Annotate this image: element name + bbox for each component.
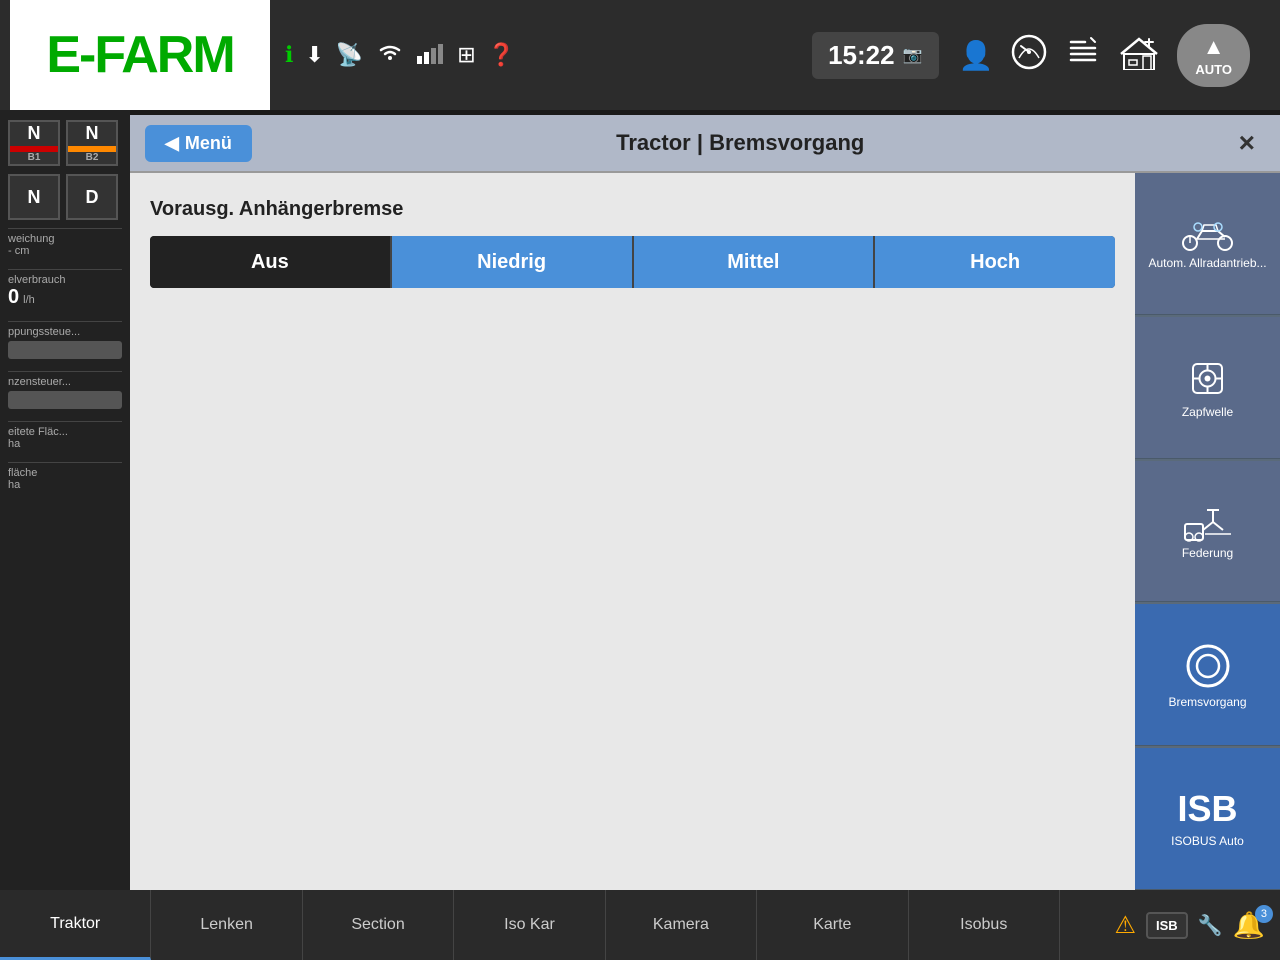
federung-icon: [1183, 502, 1233, 542]
gear-label-b2: B2: [86, 152, 99, 163]
gear-label-b1: B1: [28, 152, 41, 163]
tab-section[interactable]: Section: [303, 890, 454, 960]
section-title: Vorausg. Anhängerbremse: [150, 198, 1115, 221]
isb-status-box: ISB: [1146, 912, 1188, 939]
notification-count: 3: [1255, 905, 1273, 923]
gear-value-n2: N: [86, 123, 99, 144]
tab-traktor[interactable]: Traktor: [0, 890, 151, 960]
bottom-bar: Traktor Lenken Section Iso Kar Kamera Ka…: [0, 890, 1280, 960]
menu-label: Menü: [185, 133, 232, 154]
menu-button[interactable]: ◀ Menü: [145, 125, 252, 162]
tab-lenken[interactable]: Lenken: [151, 890, 302, 960]
allrad-label: Autom. Allradantrieb...: [1148, 256, 1266, 270]
sidebar-nzen-label: nzensteuer...: [8, 376, 122, 388]
brake-option-niedrig[interactable]: Niedrig: [392, 236, 634, 288]
sidebar-nzen-slider: [8, 391, 122, 409]
clock-display: 15:22: [828, 40, 895, 71]
bottom-right-icons: ⚠ ISB 🔧 🔔 3: [1060, 890, 1280, 960]
sidebar-area2: fläche ha: [8, 462, 122, 495]
info-icon: ℹ: [285, 42, 293, 68]
brake-options: Aus Niedrig Mittel Hoch: [150, 236, 1115, 288]
tab-karte[interactable]: Karte: [757, 890, 908, 960]
wifi-icon: [375, 40, 405, 70]
dialog-right-sidebar: Autom. Allradantrieb... Zapfwelle: [1135, 173, 1280, 890]
bremsvorgang-label: Bremsvorgang: [1168, 695, 1246, 709]
grid-icon: ⊞: [457, 42, 475, 68]
tab-isobus[interactable]: Isobus: [909, 890, 1060, 960]
bremsvorgang-icon: [1183, 641, 1233, 691]
logo-text: E-FARM: [46, 25, 233, 85]
sidebar-deviation: weichung - cm: [8, 228, 122, 261]
notification-bell[interactable]: 🔔 3: [1233, 910, 1265, 941]
sidebar-ppung-slider: [8, 341, 122, 359]
sidebar-consumption: elverbrauch 0 l/h: [8, 269, 122, 313]
sidebar-btn-isobus[interactable]: ISB ISOBUS Auto: [1135, 748, 1280, 890]
sidebar-consumption-unit: l/h: [23, 294, 35, 306]
sidebar-area1-label: eitete Fläc...: [8, 426, 122, 438]
sidebar-area1-sub: ha: [8, 438, 122, 450]
sidebar-area2-label: fläche: [8, 467, 122, 479]
list-icon[interactable]: [1065, 34, 1101, 77]
dialog-content: Vorausg. Anhängerbremse Aus Niedrig Mitt…: [130, 173, 1135, 890]
dialog-title: Tractor | Bremsvorgang: [616, 130, 864, 156]
isb-text: ISB: [1177, 788, 1237, 830]
brake-option-aus[interactable]: Aus: [150, 236, 392, 288]
gear-value-d: D: [86, 187, 99, 208]
brake-option-hoch[interactable]: Hoch: [875, 236, 1115, 288]
warning-icon: ⚠: [1114, 911, 1136, 940]
farm-icon[interactable]: [1119, 34, 1159, 77]
sidebar-area2-sub: ha: [8, 479, 122, 491]
main-dialog: ◀ Menü Tractor | Bremsvorgang × Vorausg.…: [130, 115, 1280, 890]
logo-area: E-FARM: [10, 0, 270, 110]
tool-icon: 🔧: [1198, 913, 1223, 938]
sidebar-ppung-label: ppungssteue...: [8, 326, 122, 338]
gear-box-n2: N B2: [66, 120, 118, 166]
tab-kamera[interactable]: Kamera: [606, 890, 757, 960]
sidebar-ppung: ppungssteue...: [8, 321, 122, 363]
gear-row-top: N B1 N B2: [8, 120, 122, 166]
signal-icon: [417, 40, 445, 70]
navigation-icon: ▲: [1203, 34, 1225, 60]
gear-box-n1: N B1: [8, 120, 60, 166]
sidebar-btn-federung[interactable]: Federung: [1135, 461, 1280, 603]
sidebar-consumption-label: elverbrauch: [8, 274, 122, 286]
sidebar-nzen: nzensteuer...: [8, 371, 122, 413]
federung-label: Federung: [1182, 546, 1233, 560]
gear-box-n3: N: [8, 174, 60, 220]
sidebar-deviation-label: weichung: [8, 233, 122, 245]
right-icons: 👤 ▲: [939, 24, 1270, 87]
sidebar-btn-allrad[interactable]: Autom. Allradantrieb...: [1135, 173, 1280, 315]
tab-isokar[interactable]: Iso Kar: [454, 890, 605, 960]
speedometer-icon[interactable]: [1011, 34, 1047, 77]
zapfwelle-label: Zapfwelle: [1182, 405, 1233, 419]
isobus-label: ISOBUS Auto: [1171, 834, 1244, 848]
zapfwelle-icon: [1185, 356, 1230, 401]
sidebar-deviation-unit: - cm: [8, 245, 122, 257]
gear-row-bottom: N D: [8, 174, 122, 220]
top-bar: E-FARM ℹ ⬇ 📡 ⊞ ❓ 15:22 📷: [0, 0, 1280, 110]
allrad-icon: [1180, 217, 1235, 252]
user-icon[interactable]: 👤: [959, 39, 994, 72]
sidebar-area1: eitete Fläc... ha: [8, 421, 122, 454]
gear-value-n1: N: [28, 123, 41, 144]
download-icon: ⬇: [305, 42, 323, 68]
gear-box-d: D: [66, 174, 118, 220]
sidebar-btn-bremsvorgang[interactable]: Bremsvorgang: [1135, 604, 1280, 746]
sidebar-btn-zapfwelle[interactable]: Zapfwelle: [1135, 317, 1280, 459]
dialog-header: ◀ Menü Tractor | Bremsvorgang ×: [130, 115, 1280, 173]
brake-option-mittel[interactable]: Mittel: [634, 236, 876, 288]
sidebar-consumption-value: 0: [8, 286, 19, 309]
auto-button[interactable]: ▲ AUTO: [1177, 24, 1250, 87]
camera-icon: 📷: [903, 45, 923, 65]
gear-value-n3: N: [28, 187, 41, 208]
clock-area: 15:22 📷: [812, 32, 938, 79]
status-icons: ℹ ⬇ 📡 ⊞ ❓: [270, 40, 812, 70]
help-icon[interactable]: ❓: [488, 42, 515, 68]
satellite-icon: 📡: [336, 42, 363, 68]
close-button[interactable]: ×: [1229, 122, 1265, 164]
auto-label: AUTO: [1195, 62, 1232, 77]
left-sidebar: N B1 N B2 N D weichung - cm elverbrauch …: [0, 110, 130, 890]
dialog-body: Vorausg. Anhängerbremse Aus Niedrig Mitt…: [130, 173, 1280, 890]
